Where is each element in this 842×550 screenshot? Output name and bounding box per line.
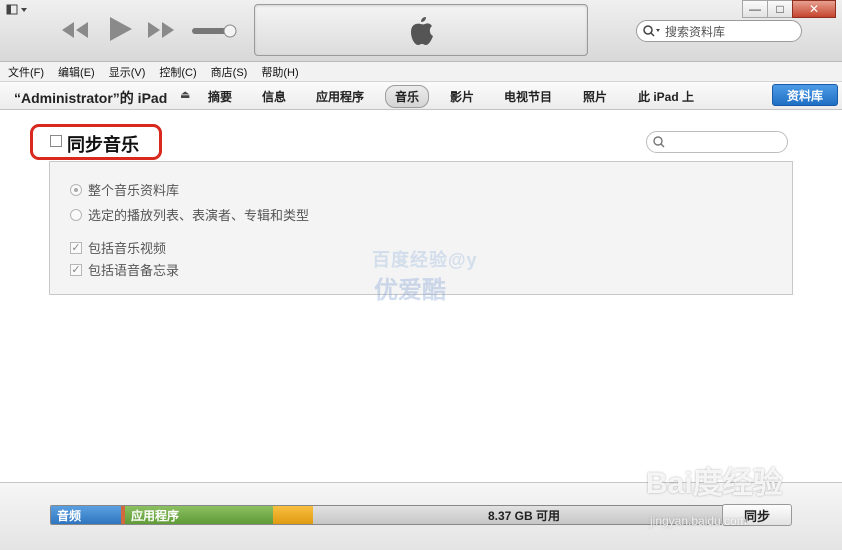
checkbox-include-voice-memos[interactable]: ✓ <box>70 263 82 276</box>
option-include-voice-memos-label: 包括语音备忘录 <box>88 263 180 278</box>
window-controls: — □ ✕ <box>742 0 836 18</box>
tab-apps[interactable]: 应用程序 <box>316 88 364 105</box>
watermark-text-2: 优爱酷 <box>374 277 446 304</box>
device-nav-bar: “Administrator”的 iPad ⏏ 摘要 信息 应用程序 音乐 影片… <box>0 82 842 110</box>
tab-info[interactable]: 信息 <box>262 88 286 105</box>
device-name: “Administrator”的 iPad <box>14 90 168 106</box>
tab-movies[interactable]: 影片 <box>450 88 474 105</box>
watermark-text: 百度经验@y <box>372 250 478 270</box>
option-entire-library[interactable]: 整个音乐资料库 <box>70 180 179 199</box>
library-search-input[interactable]: 搜索资料库 <box>636 20 802 42</box>
tab-on-this-ipad[interactable]: 此 iPad 上 <box>638 88 694 105</box>
baidu-watermark: Bai度经验 <box>646 467 783 500</box>
volume-slider[interactable] <box>192 24 238 38</box>
play-button[interactable] <box>106 14 134 44</box>
capacity-other-segment <box>273 506 313 524</box>
library-button[interactable]: 资料库 <box>772 84 838 106</box>
sync-music-checkbox[interactable] <box>50 135 62 147</box>
tab-music[interactable]: 音乐 <box>385 85 430 108</box>
music-search-input[interactable] <box>646 131 788 153</box>
radio-entire-library[interactable] <box>70 183 82 196</box>
status-display <box>254 4 588 56</box>
top-toolbar: — □ ✕ 搜索资料库 <box>0 0 842 62</box>
search-icon <box>653 136 665 148</box>
eject-icon[interactable]: ⏏ <box>180 88 190 101</box>
fast-forward-button[interactable] <box>146 18 176 42</box>
maximize-button[interactable]: □ <box>767 0 793 18</box>
tab-tv-shows[interactable]: 电视节目 <box>504 88 552 105</box>
tab-summary[interactable]: 摘要 <box>208 88 232 105</box>
menu-help[interactable]: 帮助(H) <box>261 64 298 80</box>
search-icon <box>643 25 660 37</box>
option-entire-library-label: 整个音乐资料库 <box>88 183 180 198</box>
menu-file[interactable]: 文件(F) <box>8 64 44 80</box>
radio-selected-items[interactable] <box>70 208 82 221</box>
menu-edit[interactable]: 编辑(E) <box>58 64 95 80</box>
menu-controls[interactable]: 控制(C) <box>159 64 196 80</box>
menu-view[interactable]: 显示(V) <box>109 64 146 80</box>
apple-logo-icon <box>407 15 435 50</box>
capacity-apps-segment: 应用程序 <box>125 506 273 524</box>
sync-music-title: 同步音乐 <box>67 135 139 155</box>
tab-photos[interactable]: 照片 <box>583 88 607 105</box>
minimize-button[interactable]: — <box>742 0 768 18</box>
checkbox-include-videos[interactable]: ✓ <box>70 241 82 254</box>
capacity-bar: 音频 应用程序 8.37 GB 可用 <box>50 505 736 525</box>
menu-store[interactable]: 商店(S) <box>211 64 248 80</box>
rewind-button[interactable] <box>60 18 90 42</box>
capacity-audio-segment: 音频 <box>51 506 121 524</box>
search-placeholder: 搜索资料库 <box>665 24 726 39</box>
window-menu-icon[interactable] <box>6 4 32 18</box>
option-include-videos-label: 包括音乐视频 <box>88 241 167 256</box>
option-selected-items[interactable]: 选定的播放列表、表演者、专辑和类型 <box>70 205 309 224</box>
baidu-url-watermark: jingyan.baidu.com <box>650 514 747 528</box>
option-selected-items-label: 选定的播放列表、表演者、专辑和类型 <box>88 208 310 223</box>
close-button[interactable]: ✕ <box>792 0 836 18</box>
menu-bar: 文件(F) 编辑(E) 显示(V) 控制(C) 商店(S) 帮助(H) <box>0 62 842 82</box>
option-include-videos[interactable]: ✓ 包括音乐视频 <box>70 238 166 257</box>
option-include-voice-memos[interactable]: ✓ 包括语音备忘录 <box>70 260 179 279</box>
